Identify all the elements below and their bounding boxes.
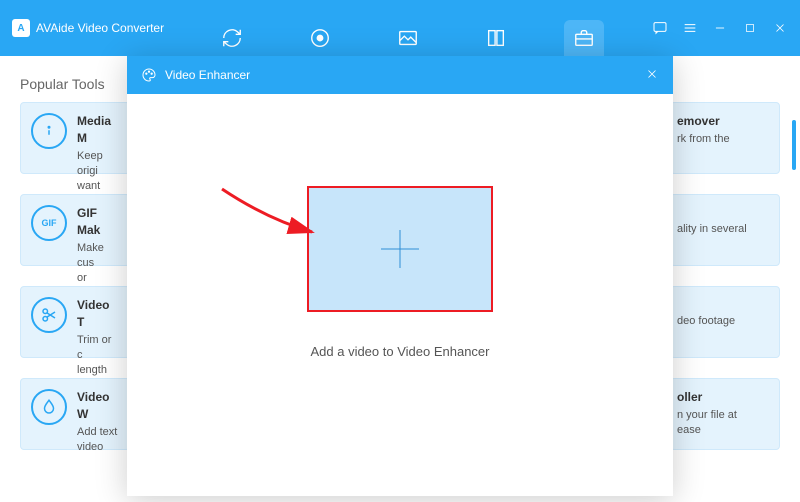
- tool-card[interactable]: Video WAdd text video: [20, 378, 130, 450]
- close-icon: [773, 21, 787, 35]
- tool-card[interactable]: oller n your file at ease: [670, 378, 780, 450]
- palette-icon: [141, 67, 157, 83]
- card-desc: ality in several: [677, 222, 747, 237]
- menu-button[interactable]: [682, 20, 698, 36]
- layout-icon: [485, 27, 507, 49]
- card-title: emover: [677, 113, 730, 130]
- toolbox-icon: [573, 27, 595, 49]
- card-desc: Trim or c length: [77, 333, 119, 379]
- droplet-icon: [31, 389, 67, 425]
- plus-icon: [375, 224, 425, 274]
- nav-mv[interactable]: [388, 20, 428, 56]
- tool-card[interactable]: Media MKeep origi want: [20, 102, 130, 174]
- close-button[interactable]: [772, 20, 788, 36]
- card-title: Video W: [77, 389, 119, 423]
- card-desc: deo footage: [677, 314, 735, 329]
- app-title: AVAide Video Converter: [36, 21, 164, 35]
- brand: A AVAide Video Converter: [12, 19, 164, 37]
- refresh-icon: [221, 27, 243, 49]
- close-icon: [645, 67, 659, 81]
- titlebar: A AVAide Video Converter: [0, 0, 800, 56]
- maximize-icon: [744, 22, 756, 34]
- minimize-button[interactable]: [712, 20, 728, 36]
- card-desc: Keep origi want: [77, 149, 119, 195]
- nav-record[interactable]: [300, 20, 340, 56]
- card-title: Video T: [77, 297, 119, 331]
- scissors-icon: [31, 297, 67, 333]
- tool-card[interactable]: ality in several: [670, 194, 780, 266]
- tool-card[interactable]: GIF GIF MakMake cus or image: [20, 194, 130, 266]
- card-desc: rk from the: [677, 132, 730, 147]
- tool-card[interactable]: emover rk from the: [670, 102, 780, 174]
- card-title: Media M: [77, 113, 119, 147]
- gif-icon: GIF: [31, 205, 67, 241]
- brand-logo-icon: A: [12, 19, 30, 37]
- card-desc: n your file at ease: [677, 408, 737, 439]
- minimize-icon: [713, 21, 727, 35]
- menu-icon: [682, 20, 698, 36]
- feedback-button[interactable]: [652, 20, 668, 36]
- video-enhancer-dialog: Video Enhancer Add a video to Video Enha…: [127, 56, 673, 496]
- image-icon: [397, 27, 419, 49]
- top-nav: [164, 20, 652, 56]
- circle-dot-icon: [309, 27, 331, 49]
- dialog-header: Video Enhancer: [127, 56, 673, 94]
- info-icon: [31, 113, 67, 149]
- scrollbar[interactable]: [792, 120, 796, 170]
- nav-collage[interactable]: [476, 20, 516, 56]
- dialog-title: Video Enhancer: [165, 68, 250, 82]
- card-title: GIF Mak: [77, 205, 119, 239]
- add-video-dropzone[interactable]: [307, 186, 493, 312]
- card-title: oller: [677, 389, 737, 406]
- card-desc: Add text video: [77, 425, 119, 456]
- nav-convert[interactable]: [212, 20, 252, 56]
- nav-toolbox[interactable]: [564, 20, 604, 56]
- dialog-body: Add a video to Video Enhancer: [127, 94, 673, 359]
- maximize-button[interactable]: [742, 20, 758, 36]
- chat-icon: [652, 20, 668, 36]
- tool-card[interactable]: deo footage: [670, 286, 780, 358]
- window-controls: [652, 20, 788, 36]
- tool-card[interactable]: Video TTrim or c length: [20, 286, 130, 358]
- dropzone-label: Add a video to Video Enhancer: [310, 344, 489, 359]
- dialog-close-button[interactable]: [645, 67, 659, 84]
